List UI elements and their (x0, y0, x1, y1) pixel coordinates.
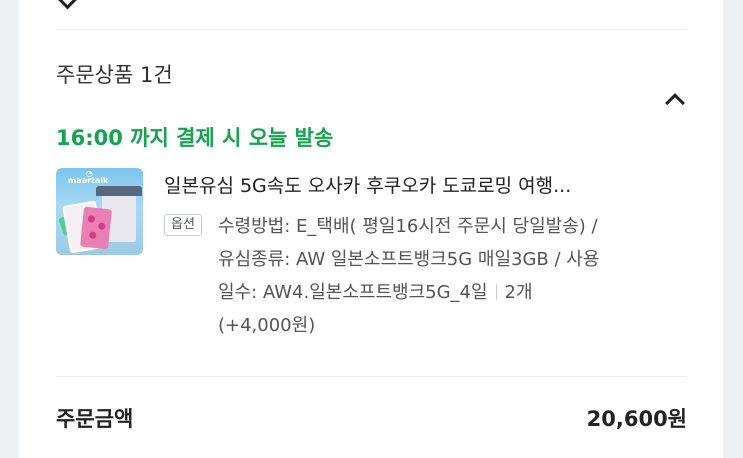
option-line: 일수: AW4.일본소프트뱅크5G_4일 (218, 282, 488, 303)
option-line-with-quantity: 일수: AW4.일본소프트뱅크5G_4일 2개 (218, 276, 698, 309)
option-line: 수령방법: E_택배( 평일16시전 주문시 당일발송) / (218, 216, 598, 237)
order-sheet: 주문상품 1건 16:00 까지 결제 시 오늘 발송 maartalk ◔ 일… (19, 0, 723, 458)
quantity: 2개 (504, 282, 533, 303)
chevron-up-icon (665, 93, 685, 113)
extra-price: (+4,000원) (218, 315, 316, 336)
dot-graphic (88, 231, 97, 240)
total-label: 주문금액 (56, 407, 134, 431)
product-thumbnail[interactable]: maartalk ◔ (56, 168, 143, 255)
dot-graphic (87, 215, 96, 223)
option-badge: 옵션 (164, 214, 202, 236)
total-amount: 20,600원 (586, 407, 687, 431)
divider (56, 376, 687, 377)
option-line: 유심종류: AW 일본소프트뱅크5G 매일3GB / 사용 (218, 249, 600, 270)
divider (56, 29, 687, 30)
chevron-icon[interactable] (52, 0, 83, 10)
collapse-button[interactable] (663, 88, 689, 113)
option-details: 수령방법: E_택배( 평일16시전 주문시 당일발송) / 유심종류: AW … (218, 210, 698, 342)
wifi-icon: ◔ (86, 169, 93, 178)
shipping-note: 16:00 까지 결제 시 오늘 발송 (56, 126, 334, 150)
sim-card-graphic (79, 206, 113, 250)
dot-graphic (97, 222, 106, 230)
product-title[interactable]: 일본유심 5G속도 오사카 후쿠오카 도쿄로밍 여행... (164, 171, 704, 198)
order-items-title: 주문상품 1건 (56, 63, 173, 87)
separator (495, 284, 497, 300)
